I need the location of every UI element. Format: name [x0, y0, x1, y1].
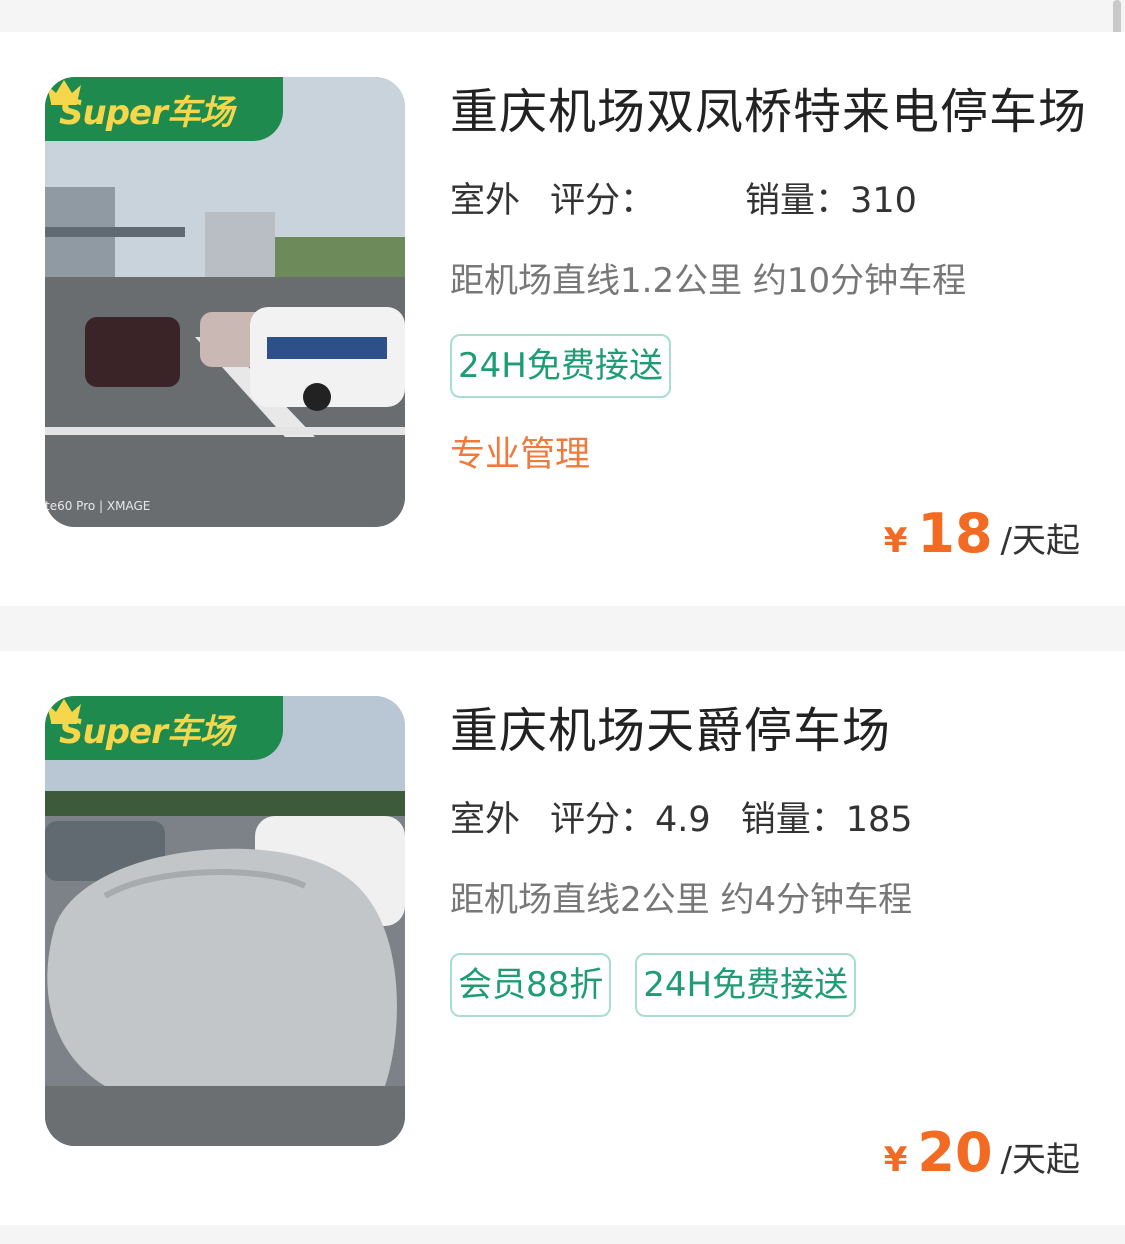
price: ¥ 20 /天起 — [884, 1121, 1080, 1184]
listing-meta: 室外 评分： 销量：310 — [450, 172, 1087, 229]
distance-info: 距机场直线1.2公里 约10分钟车程 — [450, 261, 967, 301]
currency-symbol: ¥ — [883, 521, 908, 561]
service-chip: 24H免费接送 — [450, 334, 671, 398]
price-value: 18 — [917, 502, 993, 565]
super-parking-badge: Super车场 — [45, 696, 283, 760]
outdoor-tag: 室外 — [450, 172, 521, 229]
listing-title[interactable]: 重庆机场天爵停车场 — [450, 701, 943, 761]
parking-photo-illustration — [45, 77, 405, 527]
parking-listing-card[interactable]: Super车场 te60 Pro | XMAGE 重庆机场双凤桥特来电停车场 室… — [0, 32, 1125, 606]
rating: 评分：4.9 — [550, 800, 711, 840]
price-value: 20 — [917, 1121, 993, 1184]
distance-info: 距机场直线2公里 约4分钟车程 — [450, 880, 913, 920]
crown-icon — [47, 699, 81, 724]
crown-icon — [47, 80, 81, 105]
price: ¥ 18 /天起 — [884, 502, 1080, 565]
parking-lot-photo[interactable]: Super车场 — [45, 696, 405, 1146]
parking-photo-illustration — [45, 696, 405, 1146]
listing-info: 重庆机场双凤桥特来电停车场 室外 评分： 销量：310 距机场直线1.2公里 约… — [450, 82, 1087, 477]
sales-count: 销量：185 — [740, 800, 913, 840]
parking-listing-card[interactable]: Super车场 重庆机场天爵停车场 室外 评分：4.9 销量：185 距机场直线… — [0, 651, 1125, 1225]
outdoor-tag: 室外 — [450, 791, 521, 848]
price-unit: /天起 — [1000, 1140, 1080, 1180]
sales-count: 销量：310 — [745, 181, 917, 221]
service-chip: 24H免费接送 — [635, 953, 857, 1017]
photo-watermark: te60 Pro | XMAGE — [45, 499, 151, 513]
price-unit: /天起 — [1000, 521, 1080, 561]
super-badge-text: Super车场 — [59, 711, 234, 752]
member-discount-chip: 会员88折 — [450, 953, 612, 1017]
listing-info: 重庆机场天爵停车场 室外 评分：4.9 销量：185 距机场直线2公里 约4分钟… — [450, 701, 943, 1017]
currency-symbol: ¥ — [883, 1140, 908, 1180]
listing-title[interactable]: 重庆机场双凤桥特来电停车场 — [450, 82, 1087, 142]
service-chips: 会员88折 24H免费接送 — [450, 953, 943, 1017]
service-chips: 24H免费接送 — [450, 334, 1087, 398]
rating: 评分： — [550, 181, 656, 221]
parking-lot-photo[interactable]: Super车场 te60 Pro | XMAGE — [45, 77, 405, 527]
highlight-text: 专业管理 — [450, 435, 591, 475]
listing-meta: 室外 评分：4.9 销量：185 — [450, 791, 943, 848]
super-badge-text: Super车场 — [59, 92, 234, 133]
super-parking-badge: Super车场 — [45, 77, 283, 141]
